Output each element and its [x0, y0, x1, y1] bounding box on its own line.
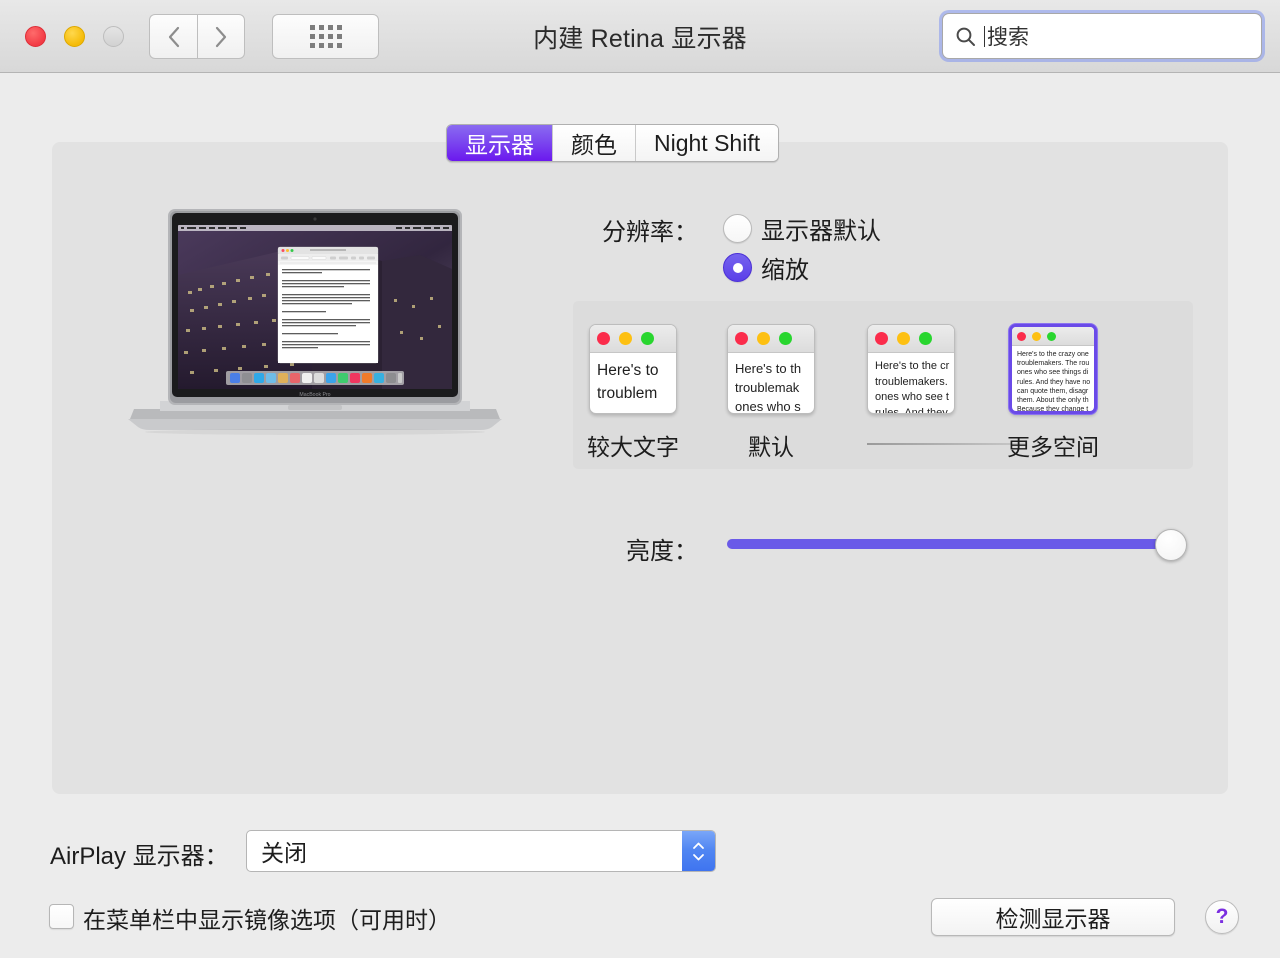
scaling-option-larger-text[interactable]: Here's to troublem 较大文字: [587, 324, 679, 462]
scaling-option-more-space[interactable]: Here's to the crazy one troublemakers. T…: [1007, 324, 1099, 462]
detect-displays-button[interactable]: 检测显示器: [931, 898, 1175, 936]
thumbnail-titlebar: [1012, 327, 1094, 346]
thumb-close-dot-icon: [1017, 331, 1026, 341]
chevron-up-icon: [693, 842, 704, 849]
search-placeholder: 搜索: [987, 26, 1029, 49]
scaling-option-default[interactable]: Here's to th troublemak ones who s 默认: [727, 324, 815, 462]
chevron-left-icon: [168, 26, 179, 47]
display-preferences-window: 内建 Retina 显示器 搜索 显示器 颜色 Night Shift MacB…: [0, 0, 1280, 958]
grid-icon: [309, 25, 342, 48]
thumbnail-text: Here's to th troublemak ones who s: [735, 361, 802, 414]
scaling-divider: [867, 443, 1025, 445]
radio-display-default[interactable]: 显示器默认: [723, 211, 881, 246]
airplay-label: AirPlay 显示器：: [50, 843, 229, 870]
airplay-stepper-icon[interactable]: [682, 831, 715, 871]
resolution-label: 分辨率：: [602, 219, 698, 246]
help-button[interactable]: ?: [1205, 900, 1239, 934]
brightness-slider-track[interactable]: [727, 539, 1185, 549]
radio-scaled-label: 缩放: [761, 257, 809, 284]
scaling-thumbnail[interactable]: Here's to th troublemak ones who s: [727, 324, 815, 414]
brightness-label: 亮度：: [626, 538, 698, 565]
thumb-close-dot-icon: [735, 332, 748, 345]
thumb-zoom-dot-icon: [779, 332, 792, 345]
scaling-option-label: 更多空间: [1007, 434, 1099, 460]
search-icon: [955, 26, 976, 47]
thumbnail-titlebar: [868, 325, 954, 353]
show-all-button[interactable]: [272, 14, 379, 59]
thumb-minimize-dot-icon: [1032, 331, 1041, 341]
radio-scaled-indicator[interactable]: [723, 253, 752, 282]
tab-bar: 显示器 颜色 Night Shift: [446, 124, 780, 162]
thumb-zoom-dot-icon: [641, 332, 654, 345]
thumb-minimize-dot-icon: [757, 332, 770, 345]
macbook-illustration: MacBook Pro: [120, 205, 510, 435]
scaling-thumbnail-selected[interactable]: Here's to the crazy one troublemakers. T…: [1009, 324, 1097, 414]
mirror-options-label: 在菜单栏中显示镜像选项（可用时）: [83, 907, 451, 933]
tab-night-shift[interactable]: Night Shift: [636, 125, 779, 161]
scaling-option-label: 较大文字: [587, 434, 679, 460]
thumb-zoom-dot-icon: [919, 332, 932, 345]
mirror-options-checkbox[interactable]: [49, 904, 74, 929]
thumbnail-titlebar: [590, 325, 676, 353]
radio-display-default-indicator[interactable]: [723, 214, 752, 243]
thumbnail-text: Here's to the cr troublemakers. ones who…: [875, 360, 950, 414]
thumb-minimize-dot-icon: [897, 332, 910, 345]
forward-button[interactable]: [197, 14, 245, 59]
close-button[interactable]: [25, 26, 46, 47]
tab-color[interactable]: 颜色: [553, 125, 636, 161]
thumbnail-titlebar: [728, 325, 814, 353]
thumb-close-dot-icon: [597, 332, 610, 345]
radio-scaled[interactable]: 缩放: [723, 250, 809, 285]
chevron-right-icon: [215, 26, 227, 47]
search-field[interactable]: 搜索: [942, 13, 1262, 59]
text-cursor: [984, 25, 985, 47]
scaling-thumbnail[interactable]: Here's to troublem: [589, 324, 677, 414]
thumb-close-dot-icon: [875, 332, 888, 345]
airplay-dropdown[interactable]: 关闭: [246, 830, 716, 872]
macbook-model-label: MacBook Pro: [299, 392, 330, 398]
brightness-slider-knob[interactable]: [1155, 529, 1187, 561]
zoom-button: [103, 26, 124, 47]
chevron-down-icon: [693, 853, 704, 860]
minimize-button[interactable]: [64, 26, 85, 47]
back-button[interactable]: [149, 14, 197, 59]
window-titlebar: 内建 Retina 显示器 搜索: [0, 0, 1280, 73]
tab-display[interactable]: 显示器: [447, 125, 553, 161]
thumbnail-text: Here's to the crazy one troublemakers. T…: [1017, 351, 1091, 414]
thumb-minimize-dot-icon: [619, 332, 632, 345]
thumbnail-text: Here's to troublem: [597, 362, 659, 402]
scaling-thumbnail[interactable]: Here's to the cr troublemakers. ones who…: [867, 324, 955, 414]
brightness-slider-fill: [727, 539, 1185, 549]
scaling-option-label: 默认: [748, 434, 794, 460]
scaling-option-third[interactable]: Here's to the cr troublemakers. ones who…: [867, 324, 955, 414]
thumb-zoom-dot-icon: [1047, 331, 1056, 341]
airplay-value: 关闭: [261, 840, 307, 866]
radio-display-default-label: 显示器默认: [761, 218, 881, 245]
scaling-options-box: Here's to troublem 较大文字 Here's to th tro…: [573, 301, 1193, 469]
